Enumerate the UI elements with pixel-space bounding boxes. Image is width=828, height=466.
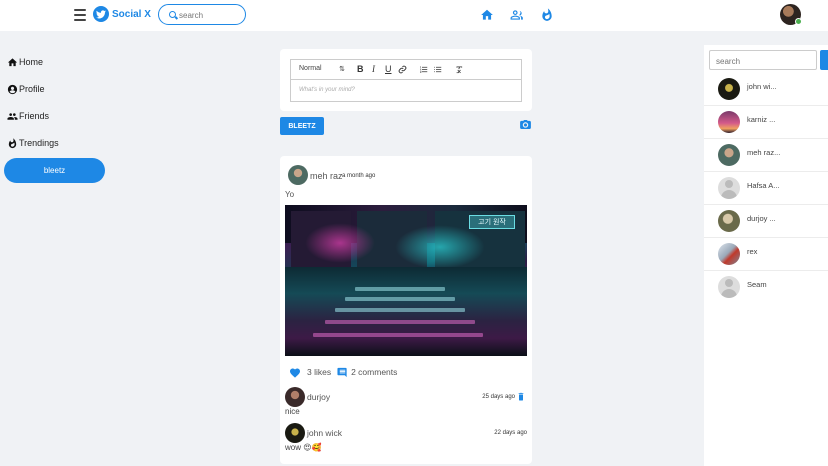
friend-name: karniz ...: [747, 115, 776, 124]
comment-item: john wick 22 days ago wow 😍🥰: [285, 423, 527, 457]
friend-item[interactable]: Seam: [704, 271, 828, 304]
trending-nav-icon[interactable]: [540, 8, 554, 22]
twitter-bird-icon[interactable]: [93, 6, 109, 22]
image-crosswalk-stripe: [313, 333, 483, 337]
friends-search-input[interactable]: [716, 54, 812, 68]
friend-avatar: [718, 78, 740, 100]
post-actions: 3 likes 2 comments: [289, 366, 397, 378]
friends-search-box[interactable]: [709, 50, 817, 70]
format-select[interactable]: Normal: [299, 65, 345, 73]
bullet-list-icon[interactable]: [433, 65, 442, 74]
image-neon-glow: [395, 225, 485, 269]
friend-item[interactable]: john wi...: [704, 73, 828, 106]
friend-item[interactable]: rex: [704, 238, 828, 271]
default-avatar-icon: [718, 177, 740, 199]
comment-author-name[interactable]: durjoy: [307, 392, 330, 402]
friends-search-button[interactable]: [820, 50, 828, 70]
sidebar-bleetz-button[interactable]: bleetz: [4, 158, 105, 183]
italic-button[interactable]: I: [372, 64, 375, 75]
friend-name: Hafsa A...: [747, 181, 780, 190]
comment-author-avatar[interactable]: [285, 387, 305, 407]
sidebar-item-friends[interactable]: Friends: [7, 108, 49, 124]
friends-nav-icon[interactable]: [510, 8, 524, 22]
image-crosswalk-stripe: [345, 297, 455, 301]
composer-card: Normal B I U What's in your mind?: [280, 49, 532, 111]
image-neon-sign: 고기 원작: [469, 215, 515, 229]
image-neon-glow: [305, 223, 375, 263]
online-status-dot: [795, 18, 802, 25]
home-nav-icon[interactable]: [480, 8, 494, 22]
comment-author-name[interactable]: john wick: [307, 428, 342, 438]
top-bar: Social X: [0, 0, 828, 31]
sidebar-item-trendings[interactable]: Trendings: [7, 135, 59, 151]
friend-avatar: [718, 243, 740, 265]
camera-icon[interactable]: [520, 120, 531, 129]
clear-format-icon[interactable]: [455, 65, 464, 74]
friend-avatar: [718, 210, 740, 232]
underline-button[interactable]: U: [385, 64, 392, 75]
search-icon: [169, 11, 176, 18]
friend-item[interactable]: karniz ...: [704, 106, 828, 139]
rich-text-editor[interactable]: Normal B I U What's in your mind?: [290, 59, 522, 102]
sidebar-item-label: Profile: [19, 84, 45, 94]
link-icon[interactable]: [398, 65, 407, 74]
friend-name: meh raz...: [747, 148, 781, 157]
friend-name: durjoy ...: [747, 214, 776, 223]
comment-text: nice: [285, 407, 300, 416]
ordered-list-icon[interactable]: [419, 65, 428, 74]
search-input[interactable]: [179, 8, 241, 22]
sidebar-item-home[interactable]: Home: [7, 54, 43, 70]
friend-item[interactable]: durjoy ...: [704, 205, 828, 238]
sidebar-item-label: Friends: [19, 111, 50, 121]
friends-icon: [7, 112, 18, 120]
sidebar-item-label: Home: [19, 57, 44, 67]
bleetz-submit-button[interactable]: BLEETZ: [280, 117, 324, 135]
editor-placeholder: What's in your mind?: [299, 87, 355, 93]
image-crosswalk-stripe: [325, 320, 475, 324]
comment-date: 25 days ago: [482, 394, 515, 400]
post-image[interactable]: 고기 원작: [285, 205, 527, 356]
friend-avatar: [718, 144, 740, 166]
default-avatar-icon: [718, 276, 740, 298]
friend-name: john wi...: [747, 82, 777, 91]
friend-avatar: [718, 111, 740, 133]
post-author-avatar[interactable]: [288, 165, 308, 185]
post-text: Yo: [285, 190, 295, 199]
heart-icon[interactable]: [289, 367, 301, 378]
comment-text: wow 😍🥰: [285, 443, 322, 452]
brand-name[interactable]: Social X: [112, 9, 151, 20]
profile-icon: [7, 84, 18, 94]
post-card: meh raz a month ago Yo 고기 원작 3 likes 2 c…: [280, 156, 532, 464]
comment-icon[interactable]: [337, 367, 348, 378]
top-search-box[interactable]: [158, 4, 246, 25]
editor-toolbar: Normal B I U: [291, 60, 521, 80]
post-author-name[interactable]: meh raz: [310, 171, 343, 181]
comment-date: 22 days ago: [494, 430, 527, 436]
bold-button[interactable]: B: [357, 64, 364, 75]
comment-author-avatar[interactable]: [285, 423, 305, 443]
sidebar-item-profile[interactable]: Profile: [7, 81, 45, 97]
comment-item: durjoy 25 days ago nice: [285, 387, 527, 421]
trash-icon[interactable]: [517, 392, 525, 401]
friend-item[interactable]: Hafsa A...: [704, 172, 828, 205]
friend-item[interactable]: meh raz...: [704, 139, 828, 172]
sidebar-item-label: Trendings: [19, 138, 59, 148]
menu-icon[interactable]: [74, 9, 86, 21]
image-crosswalk-stripe: [335, 308, 465, 312]
friend-name: Seam: [747, 280, 767, 289]
likes-count[interactable]: 3 likes: [307, 367, 331, 377]
post-timestamp: a month ago: [342, 173, 376, 179]
fire-icon: [8, 137, 17, 148]
image-crosswalk-stripe: [355, 287, 445, 291]
image-street: [285, 267, 527, 356]
home-icon: [7, 57, 18, 66]
comments-count[interactable]: 2 comments: [351, 367, 397, 377]
friend-name: rex: [747, 247, 758, 256]
